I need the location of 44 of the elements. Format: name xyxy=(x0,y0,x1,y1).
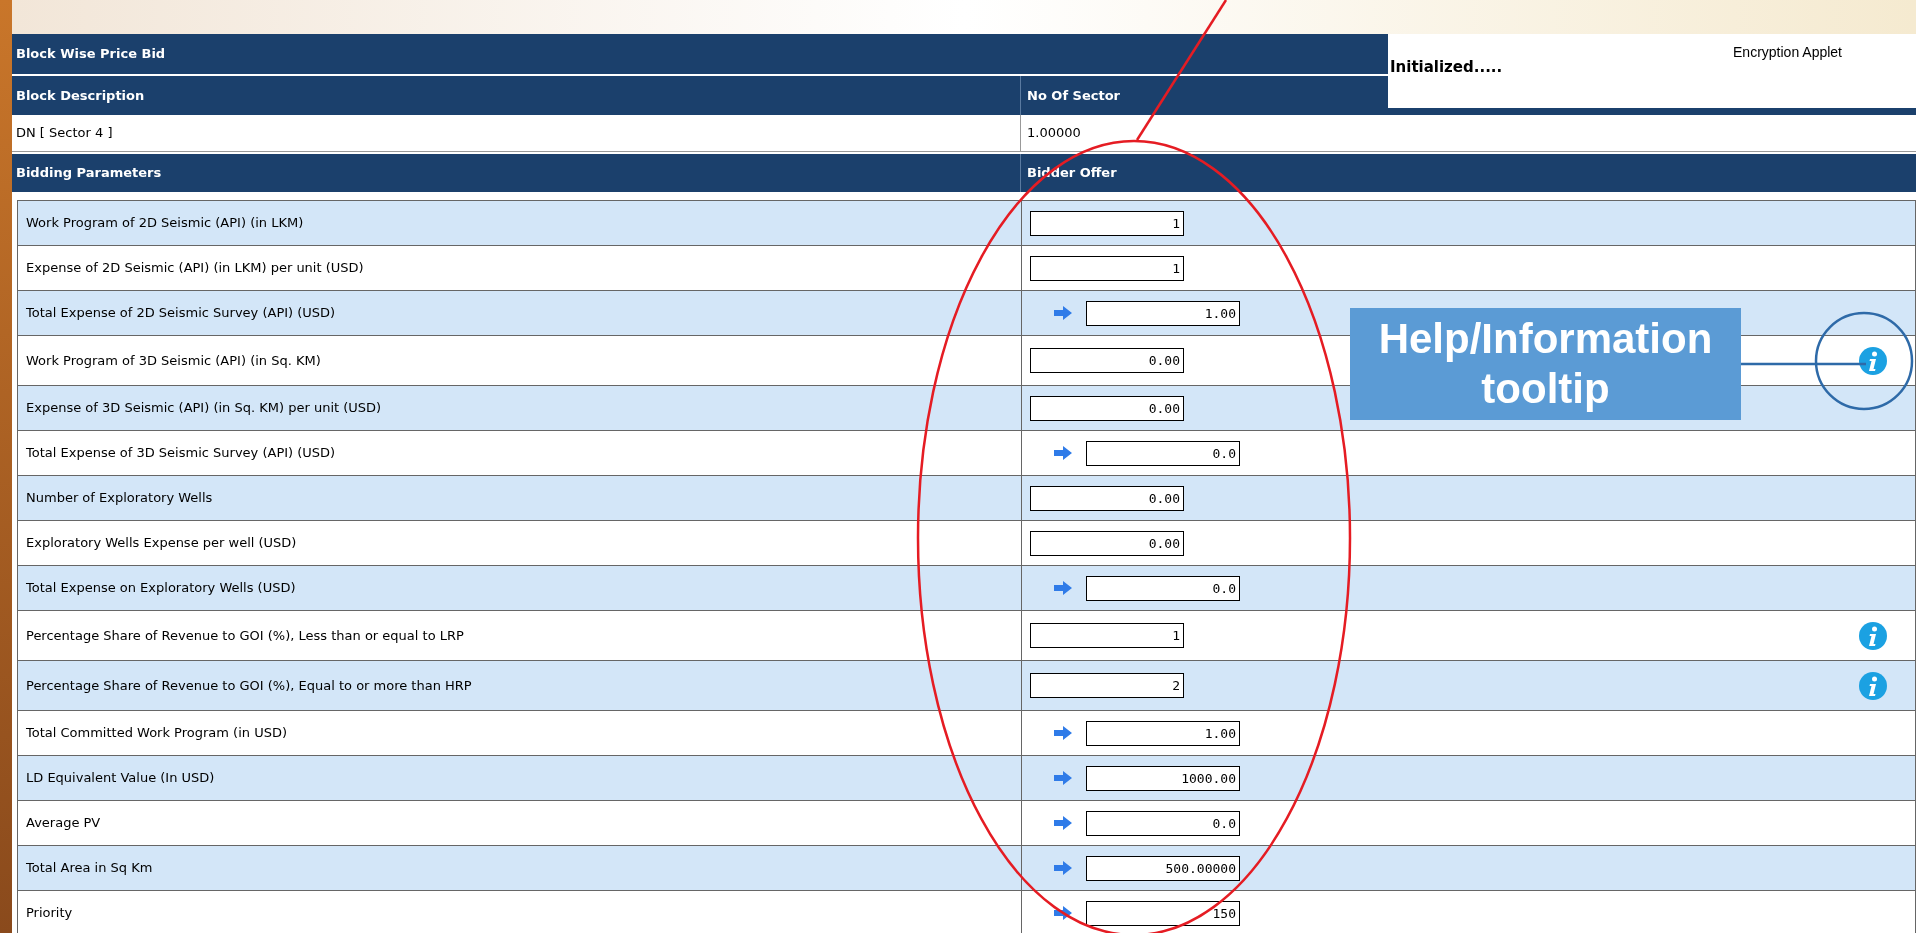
table-cell: Percentage Share of Revenue to GOI (%), Less than or equal to LRP xyxy=(18,611,1022,660)
table-cell: Average PV xyxy=(18,801,1022,845)
input-field[interactable]: 1 xyxy=(1030,210,1184,236)
table-cell: Total Expense of 3D Seismic Survey (API) (USD) xyxy=(18,431,1022,475)
input-field[interactable]: 1 xyxy=(1030,255,1184,281)
table-cell: Priority xyxy=(18,891,1022,933)
info-icon[interactable] xyxy=(1859,671,1887,700)
callout-label: Help/Information tooltip xyxy=(1350,308,1741,420)
input-field[interactable]: 150 xyxy=(1086,900,1240,926)
input-field[interactable]: 2 xyxy=(1030,673,1184,698)
input-field[interactable]: 500.00000 xyxy=(1086,855,1240,881)
input-field[interactable]: 0.0 xyxy=(1086,810,1240,836)
section-header: Block Wise Price Bid xyxy=(12,34,1388,74)
applet-name: Encryption Applet xyxy=(1733,43,1842,62)
input-field[interactable]: 0.00 xyxy=(1030,395,1184,421)
table-cell: Total Expense on Exploratory Wells (USD) xyxy=(18,566,1022,610)
column-header: No Of Sector xyxy=(1026,86,1121,105)
input-field[interactable]: 1000.00 xyxy=(1086,765,1240,791)
column-header: Block Description xyxy=(12,76,1021,115)
table-cell: DN [ Sector 4 ] xyxy=(12,115,1021,151)
info-icon[interactable] xyxy=(1859,621,1887,650)
input-field[interactable]: 1 xyxy=(1030,623,1184,648)
table-cell: Total Expense of 2D Seismic Survey (API) (USD) xyxy=(18,291,1022,335)
table-cell: Work Program of 3D Seismic (API) (in Sq. KM) xyxy=(18,336,1022,385)
input-field[interactable]: 0.00 xyxy=(1030,530,1184,556)
applet-status: Initialized..... xyxy=(1390,57,1503,78)
table-cell: Expense of 2D Seismic (API) (in LKM) per unit (USD) xyxy=(18,246,1022,290)
table-cell: LD Equivalent Value (In USD) xyxy=(18,756,1022,800)
column-header: Bidding Parameters xyxy=(12,154,1021,192)
table-cell: Total Area in Sq Km xyxy=(18,846,1022,890)
input-field[interactable]: 1.00 xyxy=(1086,720,1240,746)
table-cell: Exploratory Wells Expense per well (USD) xyxy=(18,521,1022,565)
input-field[interactable]: 0.00 xyxy=(1030,348,1184,373)
table-cell: Percentage Share of Revenue to GOI (%), Equal to or more than HRP xyxy=(18,661,1022,710)
input-field[interactable]: 0.00 xyxy=(1030,485,1184,511)
table-cell-text: 1.00000 xyxy=(1026,124,1082,143)
table-cell: Expense of 3D Seismic (API) (in Sq. KM) per unit (USD) xyxy=(18,386,1022,430)
input-field[interactable]: 1.00 xyxy=(1086,300,1240,326)
table-cell: Number of Exploratory Wells xyxy=(18,476,1022,520)
table-cell: Work Program of 2D Seismic (API) (in LKM) xyxy=(18,201,1022,245)
input-field[interactable]: 0.0 xyxy=(1086,575,1240,601)
info-icon[interactable] xyxy=(1859,346,1887,375)
input-field[interactable]: 0.0 xyxy=(1086,440,1240,466)
table-cell: Total Committed Work Program (in USD) xyxy=(18,711,1022,755)
